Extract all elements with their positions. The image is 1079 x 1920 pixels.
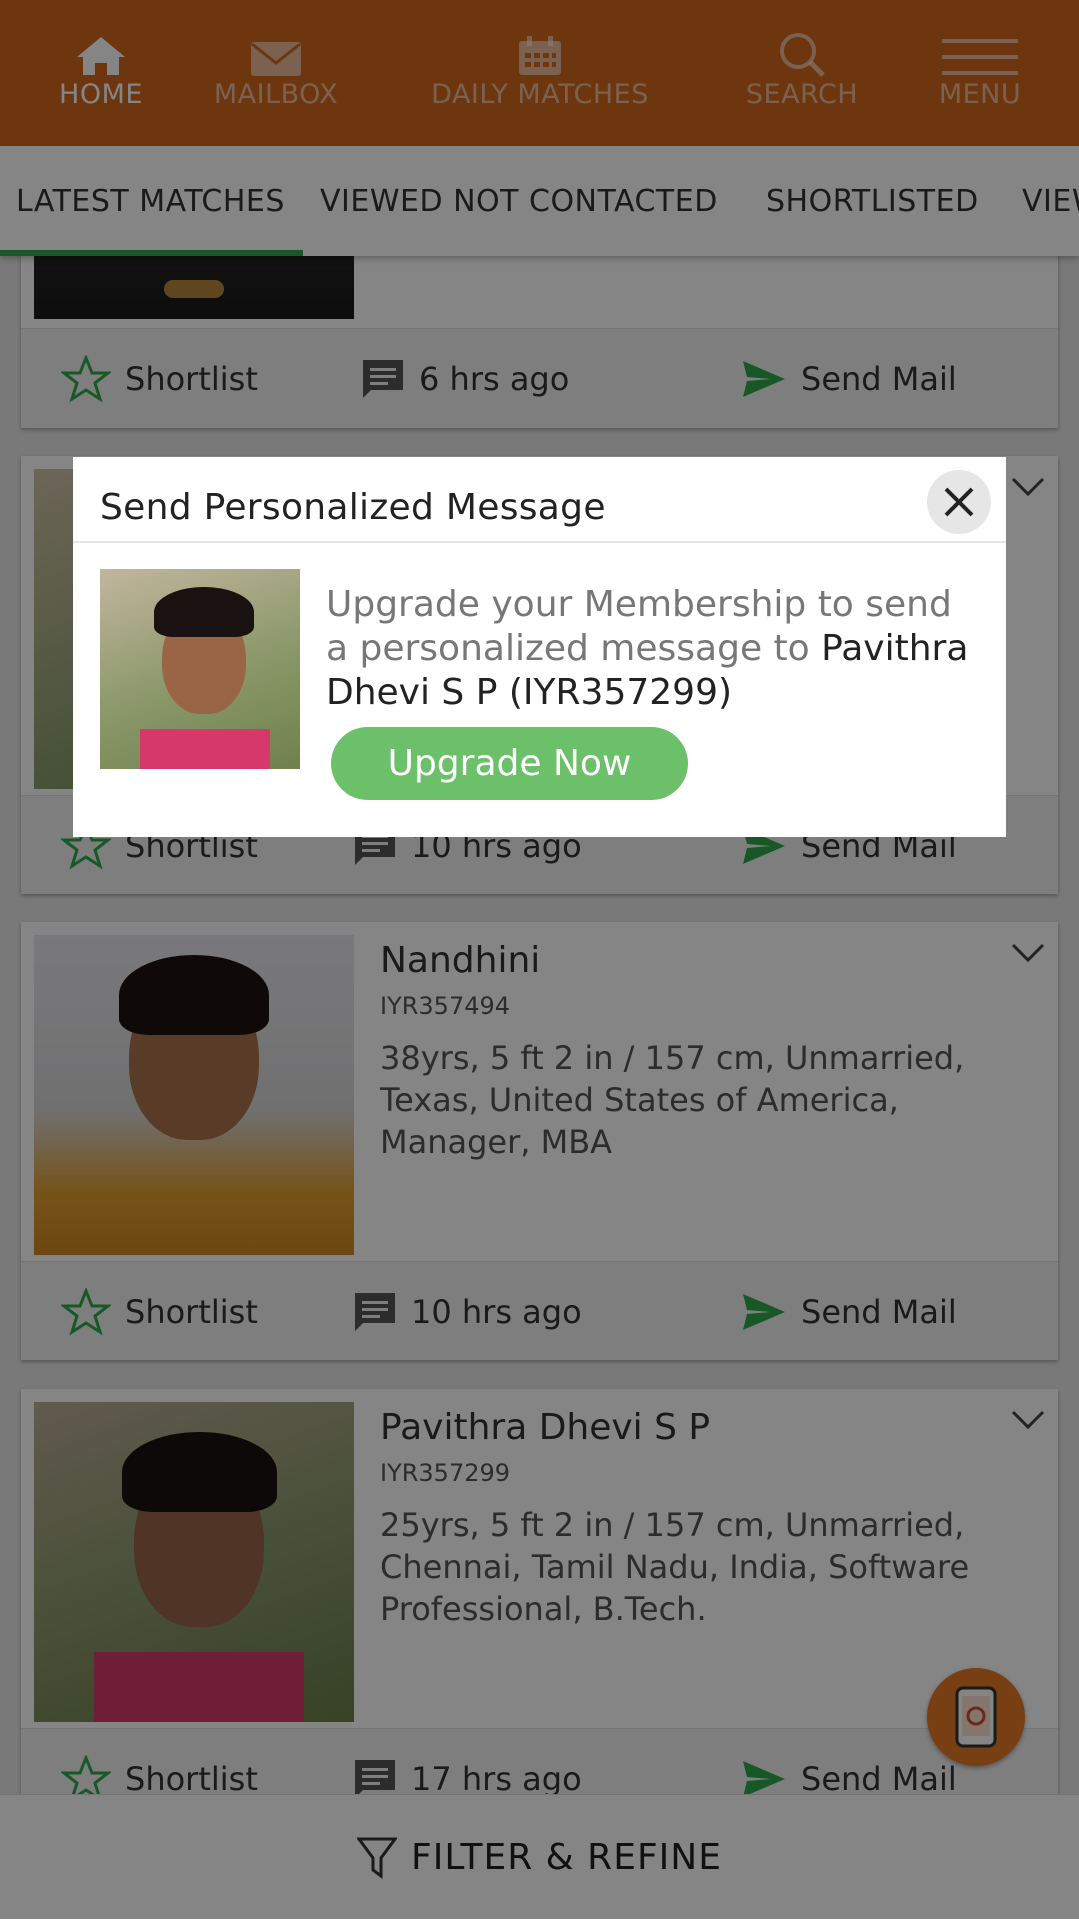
close-button[interactable] <box>927 470 991 534</box>
modal-backdrop[interactable] <box>0 0 1079 1919</box>
personalized-message-modal: Send Personalized Message Upgrade your M… <box>73 457 1006 837</box>
recipient-photo <box>100 569 300 769</box>
upgrade-now-button[interactable]: Upgrade Now <box>331 727 688 800</box>
upgrade-message: Upgrade your Membership to send a person… <box>326 583 976 715</box>
close-icon <box>944 487 974 517</box>
modal-title: Send Personalized Message <box>100 487 606 528</box>
modal-divider <box>73 541 1006 543</box>
